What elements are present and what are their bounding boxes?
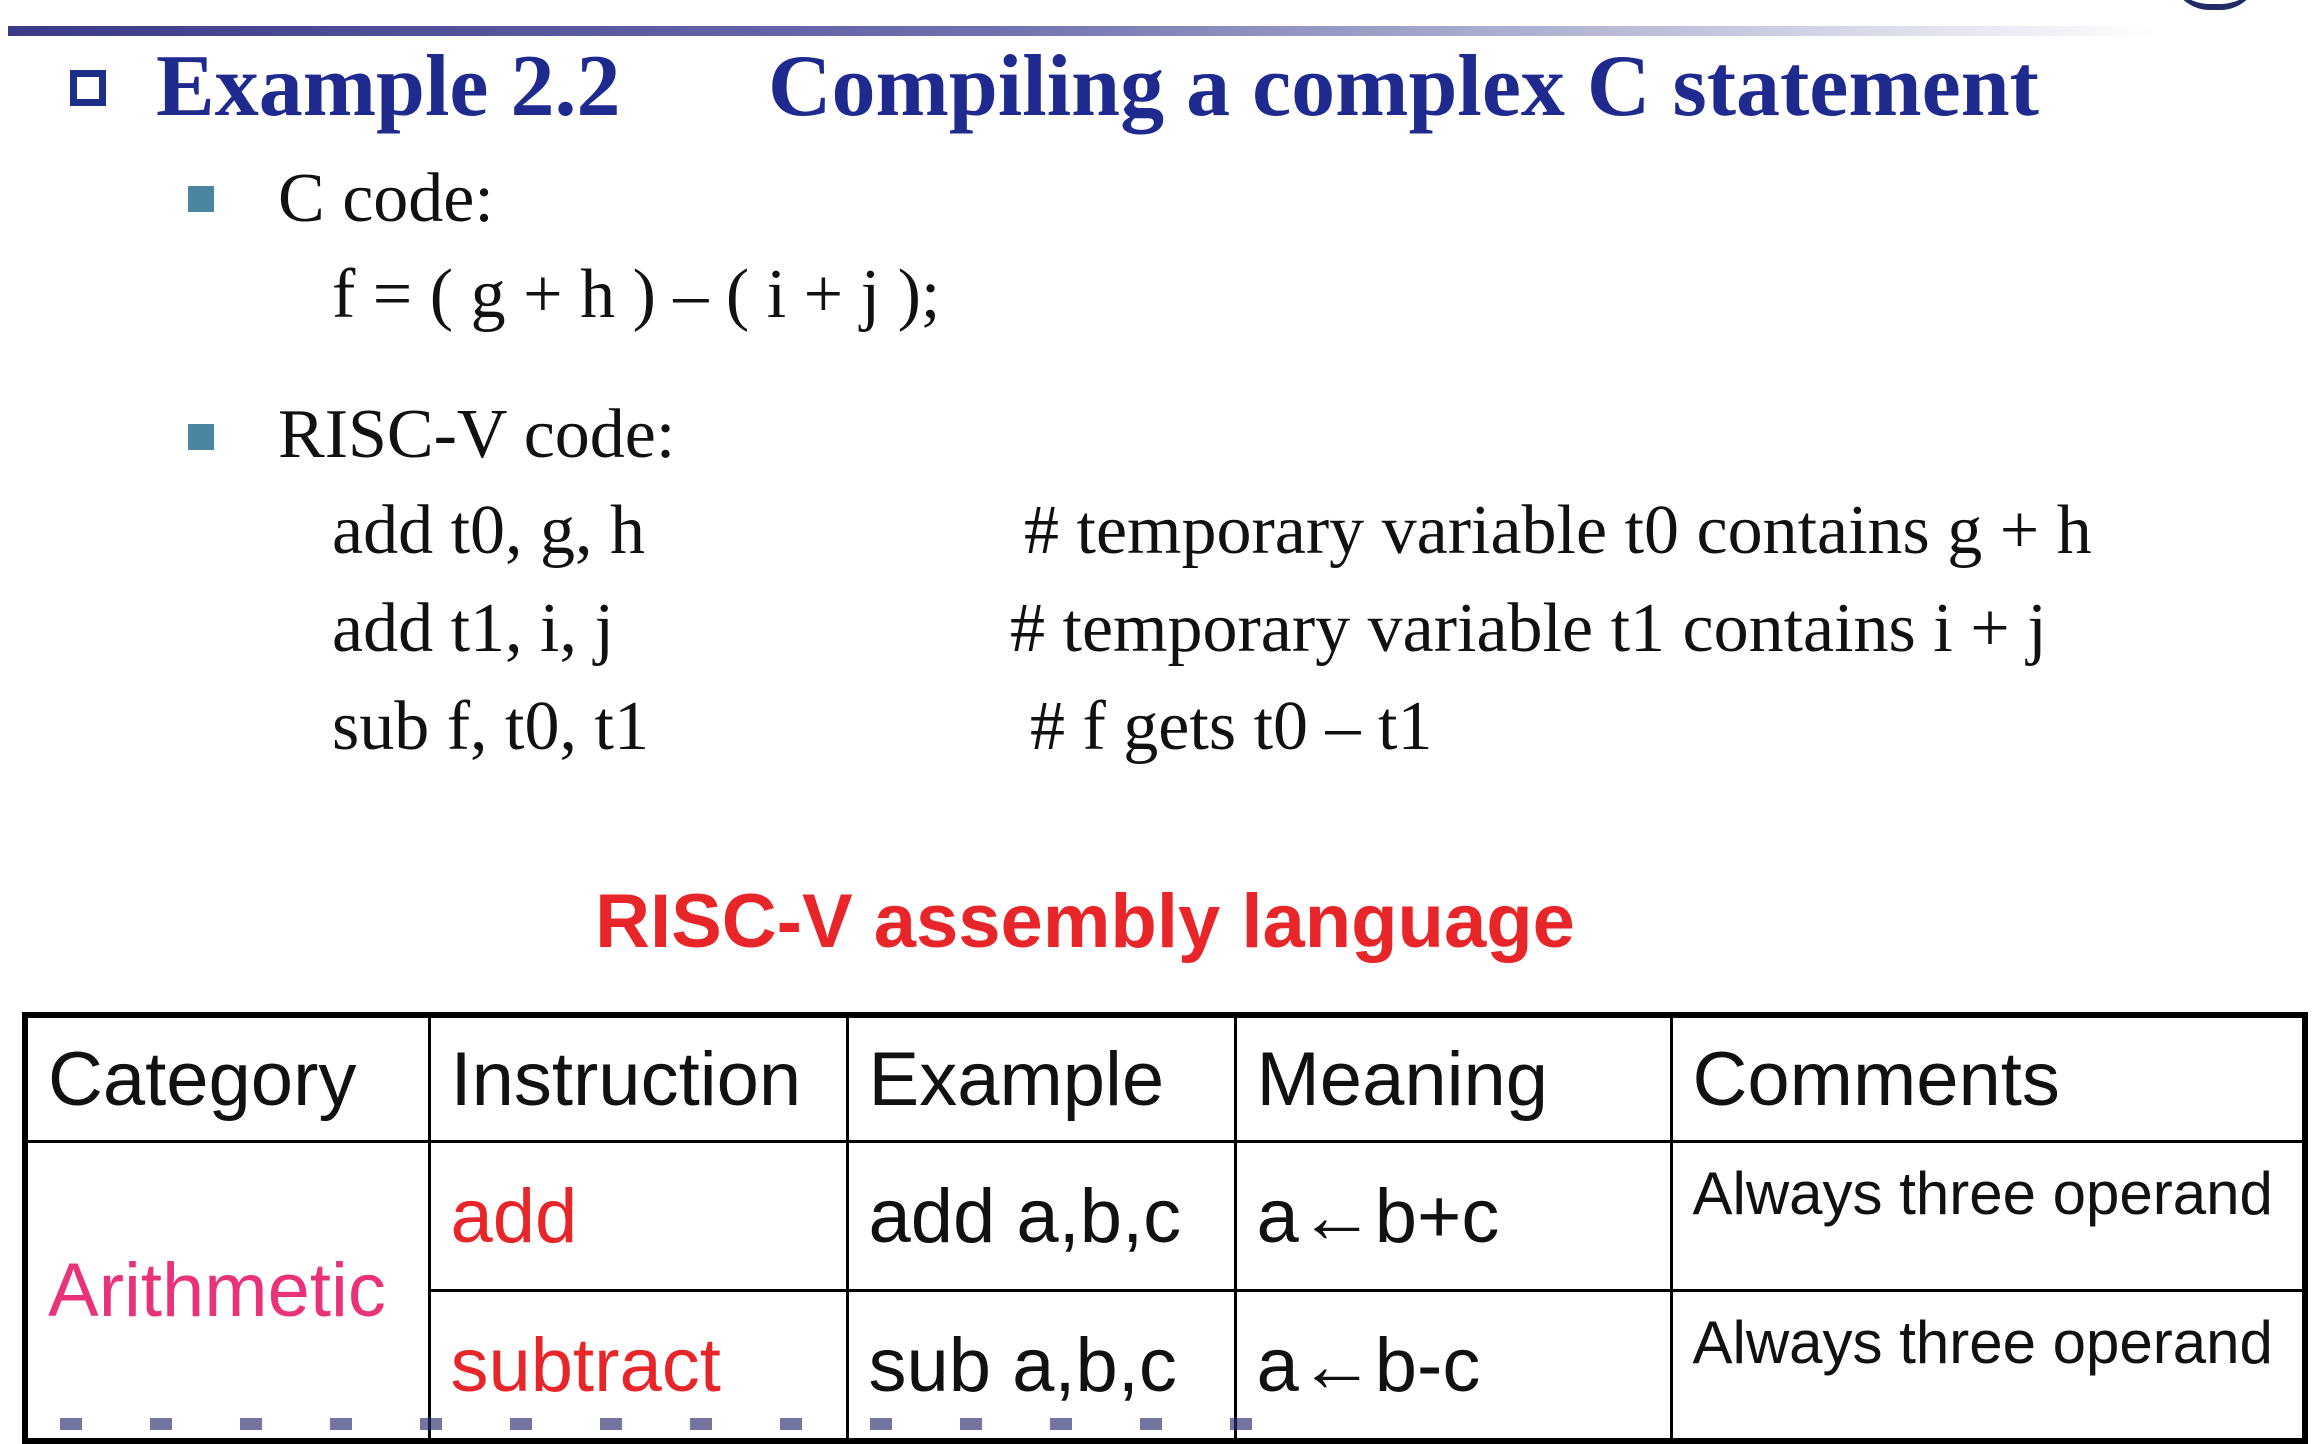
header-comments: Comments xyxy=(1669,1013,2307,1143)
riscv-code-label: RISC-V code: xyxy=(278,396,676,473)
instruction-cell: add xyxy=(427,1140,849,1292)
header-meaning: Meaning xyxy=(1233,1013,1673,1143)
riscv-comment: # temporary variable t0 contains g + h xyxy=(1024,492,2092,569)
title-topic: Compiling a complex C statement xyxy=(768,38,2039,135)
category-cell: Arithmetic xyxy=(23,1140,431,1443)
riscv-instruction: sub f, t0, t1 xyxy=(332,688,649,765)
riscv-comment: # temporary variable t1 contains i + j xyxy=(1010,590,2047,667)
cropped-footer-text xyxy=(60,1418,1260,1430)
top-divider-bar xyxy=(8,26,2158,36)
riscv-instruction: add t0, g, h xyxy=(332,492,646,569)
comments-cell: Always three operand xyxy=(1669,1140,2307,1292)
table-header-row: Category Instruction Example Meaning Com… xyxy=(23,1013,2307,1143)
meaning-cell: a←b-c xyxy=(1233,1289,1673,1443)
header-example: Example xyxy=(845,1013,1237,1143)
table-row: Arithmetic add add a,b,c a←b+c Always th… xyxy=(23,1140,2307,1443)
comments-cell: Always three operand xyxy=(1669,1289,2307,1443)
bullet-square-icon xyxy=(188,424,214,450)
title-example-number: Example 2.2 xyxy=(156,38,621,135)
example-cell: add a,b,c xyxy=(845,1140,1237,1292)
corner-decoration xyxy=(2170,0,2260,10)
title-bullet-icon xyxy=(70,70,106,106)
c-code-statement: f = ( g + h ) – ( i + j ); xyxy=(332,256,941,333)
table-heading: RISC-V assembly language xyxy=(595,879,1575,964)
riscv-instruction: add t1, i, j xyxy=(332,590,614,667)
assembly-language-table: Category Instruction Example Meaning Com… xyxy=(22,1012,2308,1444)
riscv-comment: # f gets t0 – t1 xyxy=(1030,688,1433,765)
c-code-label: C code: xyxy=(278,160,494,237)
meaning-cell: a←b+c xyxy=(1233,1140,1673,1292)
bullet-square-icon xyxy=(188,186,214,212)
header-instruction: Instruction xyxy=(427,1013,849,1143)
header-category: Category xyxy=(23,1013,431,1143)
